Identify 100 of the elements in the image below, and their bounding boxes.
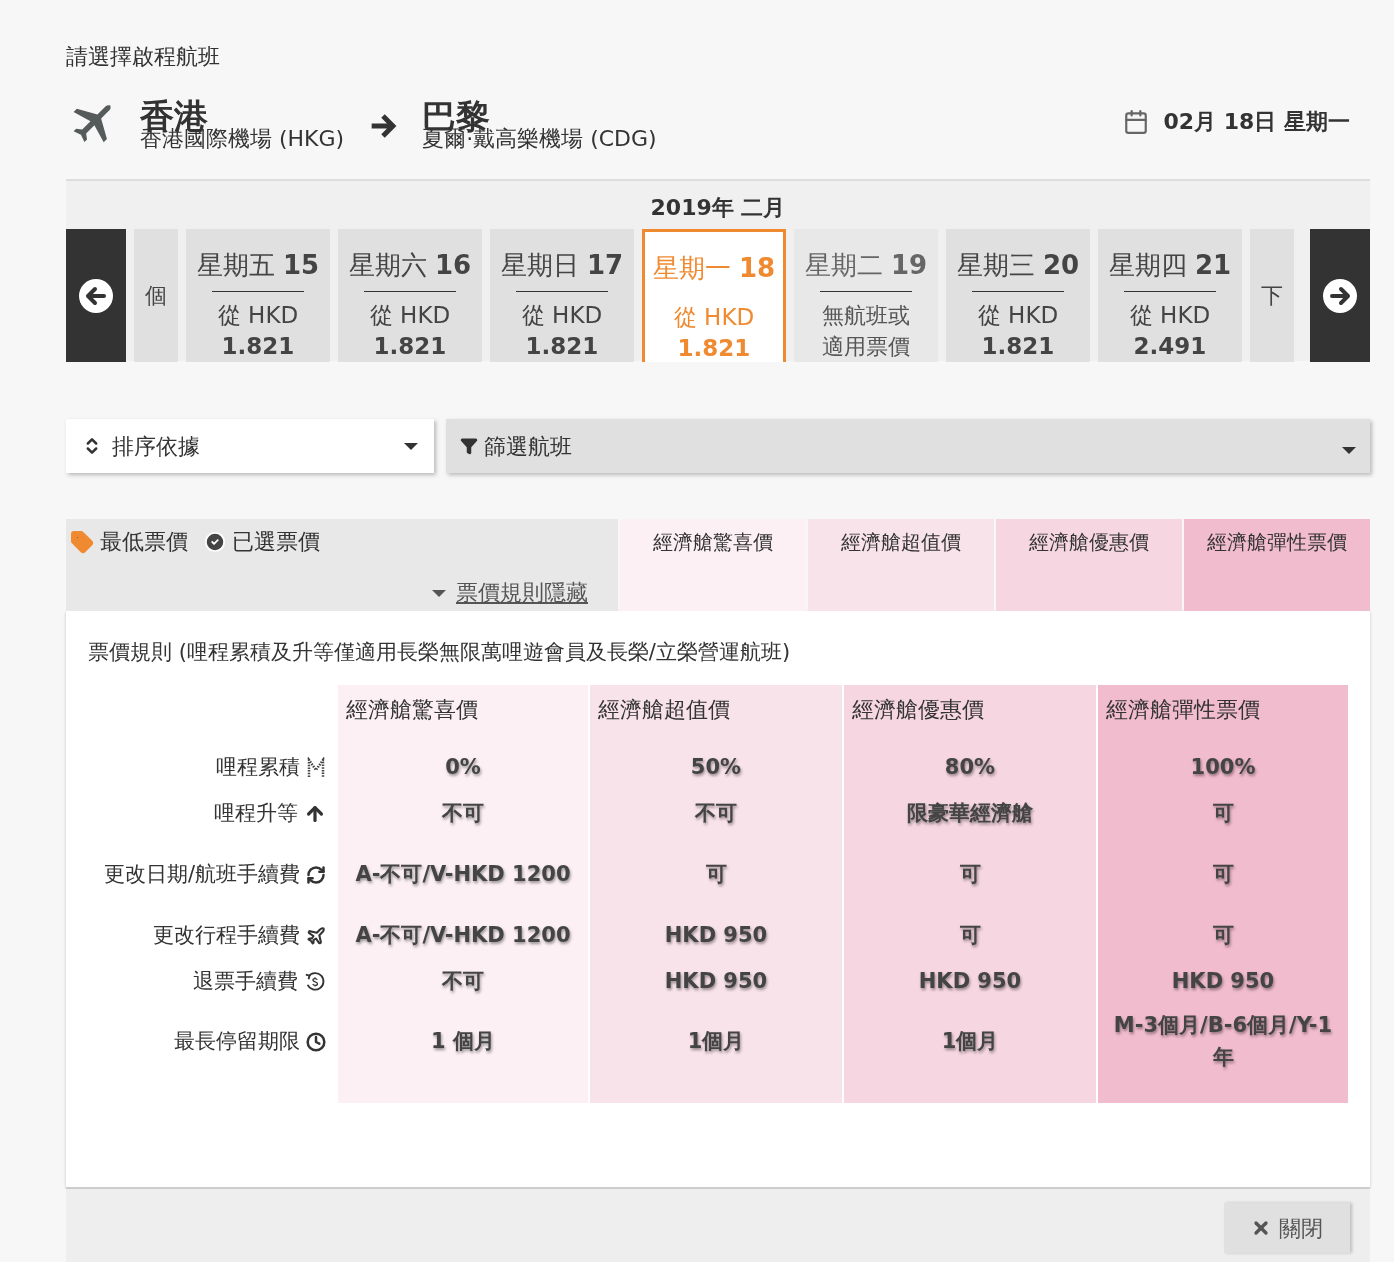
fare-column-header: 經濟艙超值價 (808, 519, 994, 611)
table-cell: A-不可/V-HKD 1200 (336, 912, 588, 959)
arrow-left-icon (78, 277, 114, 314)
rule-label: 更改日期/航班手續費 (103, 860, 300, 888)
tag-icon (70, 529, 94, 554)
table-cell: 可 (1096, 912, 1348, 959)
date-number: 17 (587, 250, 624, 280)
date-number: 18 (739, 253, 776, 283)
day-label: 星期四 (1108, 250, 1188, 280)
date-card[interactable]: 星期三 20 從 HKD 1.821 (946, 229, 1090, 362)
previous-button[interactable] (66, 229, 126, 362)
day-label: 星期二 (804, 250, 884, 280)
rule-label: 哩程升等 (214, 799, 298, 827)
month-label: 2019年 二月 (649, 194, 787, 222)
date-card[interactable]: 星期四 21 從 HKD 2.491 (1098, 229, 1242, 362)
table-cell: 可 (842, 912, 1096, 959)
calendar-icon (1123, 108, 1150, 135)
date-number: 15 (283, 250, 320, 280)
close-button[interactable]: 關閉 (1224, 1203, 1350, 1253)
table-cell: M-3個月/B-6個月/Y-1年 (1096, 1004, 1348, 1079)
date-number: 20 (1043, 250, 1080, 280)
date-card[interactable]: 下 (1250, 229, 1294, 362)
caret-icon (1342, 446, 1356, 454)
date-card[interactable]: 個 (134, 229, 178, 362)
table-cell: 不可 (336, 790, 588, 837)
check-circle-icon (204, 530, 226, 553)
fare-column-header: 經濟艙優惠價 (996, 519, 1182, 611)
table-cell: 1 個月 (336, 1004, 588, 1079)
table-cell: 不可 (588, 790, 842, 837)
table-cell: 100% (1096, 744, 1348, 791)
date-card[interactable]: 星期日 17 從 HKD 1.821 (490, 229, 634, 362)
next-button[interactable] (1310, 229, 1370, 362)
fare-price: 1.821 (525, 332, 599, 361)
table-cell: HKD 950 (588, 958, 842, 1005)
table-cell: 可 (842, 836, 1096, 913)
clock-icon (306, 1031, 326, 1052)
fare-from: 從 HKD (1129, 301, 1211, 330)
day-label: 星期三 (956, 250, 1036, 280)
rule-label: 哩程累積 (216, 753, 300, 781)
table-cell: HKD 950 (588, 912, 842, 959)
sort-dropdown[interactable]: 排序依據 (66, 419, 434, 473)
fare-from: 從 HKD (977, 301, 1059, 330)
fare-price: 1.821 (677, 334, 751, 363)
table-cell: 可 (588, 836, 842, 913)
table-cell: 50% (588, 744, 842, 791)
fare-from: 從 HKD (673, 303, 755, 332)
table-cell: A-不可/V-HKD 1200 (336, 836, 588, 913)
no-fare-note: 無航班或適用票價 (821, 302, 911, 361)
caret-icon (432, 588, 446, 597)
day-label: 星期六 (348, 250, 428, 280)
filter-icon (460, 437, 478, 455)
fare-from: 從 HKD (369, 301, 451, 330)
table-cell: 可 (1096, 790, 1348, 837)
caret-icon (404, 442, 418, 450)
refund-icon (304, 970, 326, 993)
airplane-icon (306, 925, 326, 946)
table-cell: 80% (842, 744, 1096, 791)
rule-label: 更改行程手續費 (153, 921, 300, 949)
table-cell: 0% (336, 744, 588, 791)
table-cell: 限豪華經濟艙 (842, 790, 1096, 837)
date-card[interactable]: 星期五 15 從 HKD 1.821 (186, 229, 330, 362)
rule-label: 最長停留期限 (174, 1027, 300, 1055)
fare-price: 1.821 (373, 332, 447, 361)
rule-label: 退票手續費 (193, 967, 298, 995)
page-heading: 請選擇啟程航班 (66, 43, 221, 71)
table-cell: 1個月 (842, 1004, 1096, 1079)
fare-column-header: 經濟艙驚喜價 (620, 519, 806, 611)
table-cell: 1個月 (588, 1004, 842, 1079)
fare-price: 2.491 (1133, 332, 1207, 361)
close-icon (1251, 1218, 1271, 1238)
day-label: 星期日 (500, 250, 580, 280)
fare-price: 1.821 (221, 332, 295, 361)
column-header: 經濟艙驚喜價 (336, 684, 588, 745)
lowest-fare-legend: 最低票價 (100, 525, 188, 558)
table-cell: HKD 950 (1096, 958, 1348, 1005)
column-header: 經濟艙彈性票價 (1096, 684, 1348, 745)
selected-fare-legend: 已選票價 (232, 525, 320, 558)
column-header: 經濟艙超值價 (588, 684, 842, 745)
table-cell: 不可 (336, 958, 588, 1005)
hide-fare-rules-link[interactable]: 票價規則隱藏 (456, 576, 588, 609)
selected-date: 02月 18日 星期一 (1163, 108, 1350, 136)
date-number: 19 (891, 250, 928, 280)
table-cell: HKD 950 (842, 958, 1096, 1005)
table-cell: 可 (1096, 836, 1348, 913)
fare-column-header: 經濟艙彈性票價 (1184, 519, 1370, 611)
date-number: 21 (1195, 250, 1232, 280)
day-label: 星期五 (196, 250, 276, 280)
date-card[interactable]: 星期二 19 無航班或適用票價 (794, 229, 938, 362)
date-number: 16 (435, 250, 472, 280)
date-card[interactable]: 星期六 16 從 HKD 1.821 (338, 229, 482, 362)
day-label: 星期一 (652, 253, 732, 283)
mileage-icon (306, 756, 326, 779)
filter-dropdown[interactable]: 篩選航班 (446, 419, 1370, 473)
fare-rules-title: 票價規則 (哩程累積及升等僅適用長榮無限萬哩遊會員及長榮/立榮營運航班) (88, 639, 792, 666)
fare-from: 從 HKD (521, 301, 603, 330)
fare-price: 1.821 (981, 332, 1055, 361)
refresh-icon (306, 864, 326, 885)
column-header: 經濟艙優惠價 (842, 684, 1096, 745)
fare-from: 從 HKD (217, 301, 299, 330)
arrow-right-icon (1322, 277, 1358, 314)
